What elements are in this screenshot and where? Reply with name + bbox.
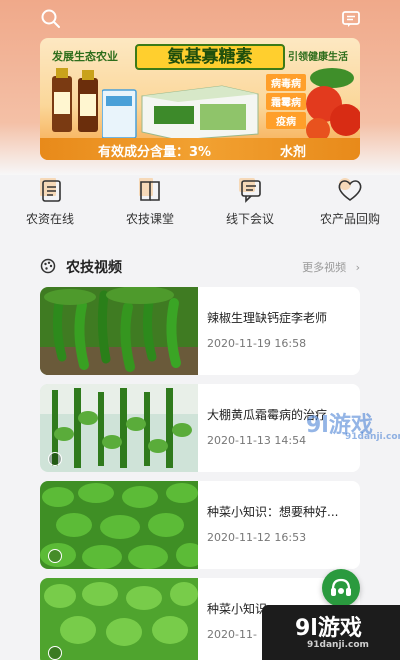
video-date: 2020-11-12 16:53 [207, 531, 307, 544]
banner-footer: 有效成分含量：3% 水剂 [40, 138, 360, 160]
video-thumbnail [40, 287, 198, 375]
video-title: 辣椒生理缺钙症李老师 [207, 311, 328, 325]
quick-nav-label: 农资在线 [25, 212, 74, 226]
video-card[interactable]: 种菜小知识：想要种好... 2020-11-12 16:53 [40, 481, 360, 569]
video-date: 2020-11-19 16:58 [207, 337, 307, 350]
banner-tag: 疫病 [266, 112, 306, 129]
quick-nav-label: 农产品回购 [319, 212, 380, 226]
video-date: 2020-11- [207, 628, 257, 641]
play-icon [48, 452, 62, 466]
play-icon [48, 646, 62, 660]
banner-ingredient-text: 有效成分含量：3% [98, 145, 212, 160]
video-title: 种菜小知识：想要种好... [207, 505, 339, 519]
more-videos-label: 更多视频 [302, 261, 347, 274]
video-thumbnail [40, 578, 198, 660]
watermark-site: 91danji.com [345, 432, 400, 442]
video-thumbnail [40, 481, 198, 569]
quick-nav-item-offline-meeting[interactable]: 线下会议 [205, 170, 295, 240]
tomato-illustration [306, 68, 360, 142]
quick-nav: 农资在线 农技课堂 线下会议 农产品回购 [0, 170, 400, 240]
headset-icon [331, 578, 351, 596]
video-card[interactable]: 辣椒生理缺钙症李老师 2020-11-19 16:58 [40, 287, 360, 375]
banner-tag: 病毒病 [266, 74, 306, 91]
more-videos-link[interactable]: 更多视频 › [302, 259, 360, 275]
disease-tags: 病毒病 霜霉病 疫病 [266, 74, 306, 131]
quick-nav-label: 农技课堂 [125, 212, 174, 226]
heart-icon [338, 178, 362, 201]
banner-main-title: 氨基寡糖素 [135, 44, 285, 70]
product-package-illustration [102, 85, 259, 140]
chevron-right-icon: › [355, 261, 360, 274]
product-bottles-illustration [52, 68, 98, 132]
watermark-site: 91danji.com [307, 640, 369, 650]
promo-banner[interactable]: 发展生态农业 氨基寡糖素 引领健康生活 病毒病 霜霉病 疫病 有效成分含量：3%… [40, 38, 360, 160]
section-title: 农技视频 [66, 260, 122, 276]
watermark-brand: 9l游戏 [295, 616, 362, 641]
section-header: 农技视频 更多视频 › [40, 257, 360, 277]
chat-icon [239, 178, 261, 203]
banner-left-title: 发展生态农业 [52, 50, 118, 63]
form-icon [40, 178, 61, 202]
message-icon[interactable] [340, 8, 362, 30]
video-date: 2020-11-13 14:54 [207, 434, 307, 447]
quick-nav-item-agri-supplies[interactable]: 农资在线 [5, 170, 95, 240]
palette-icon [40, 258, 56, 274]
banner-formulation-text: 水剂 [280, 145, 307, 160]
quick-nav-item-product-buyback[interactable]: 农产品回购 [305, 170, 395, 240]
quick-nav-item-tech-class[interactable]: 农技课堂 [105, 170, 195, 240]
video-thumbnail [40, 384, 198, 472]
search-icon[interactable] [40, 8, 62, 30]
banner-tag: 霜霉病 [266, 93, 306, 110]
quick-nav-label: 线下会议 [225, 212, 274, 226]
book-icon [139, 178, 160, 201]
customer-service-button[interactable] [322, 569, 360, 607]
play-icon [48, 549, 62, 563]
